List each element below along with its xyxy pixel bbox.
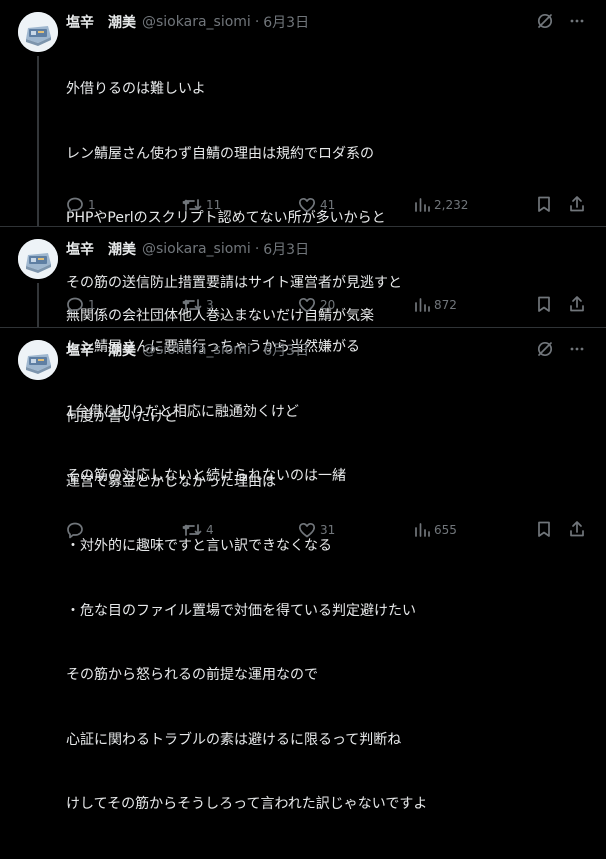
reply-icon (66, 521, 84, 539)
like-count: 41 (320, 198, 336, 212)
like-count: 20 (320, 298, 336, 312)
bookmark-icon[interactable] (536, 195, 552, 216)
reply-button[interactable] (66, 521, 182, 539)
tweet-line: 外借りるのは難しいよ (66, 81, 206, 97)
timestamp[interactable]: 6月3日 (263, 239, 309, 259)
timestamp[interactable]: 6月3日 (263, 340, 309, 360)
more-icon[interactable] (568, 340, 586, 362)
retweet-button[interactable]: 11 (182, 196, 298, 214)
views-icon (414, 196, 430, 214)
reply-button[interactable]: 1 (66, 196, 182, 214)
display-name[interactable]: 塩辛 潮美 (66, 12, 136, 32)
view-count: 2,232 (434, 198, 469, 212)
like-button[interactable]: 20 (298, 296, 414, 314)
like-button[interactable]: 41 (298, 196, 414, 214)
action-right (536, 295, 586, 316)
tweet[interactable]: 塩辛 潮美 @siokara_siomi · 6月3日 外借りるのは難しいよ レ… (0, 0, 606, 484)
views-icon (414, 296, 430, 314)
thread: 塩辛 潮美 @siokara_siomi · 6月3日 外借りるのは難しいよ レ… (0, 0, 606, 812)
action-right (536, 520, 586, 541)
reply-count: 1 (88, 198, 96, 212)
tweet-header: 塩辛 潮美 @siokara_siomi · 6月3日 (66, 11, 309, 33)
tweet[interactable]: 塩辛 潮美 @siokara_siomi · 6月3日 何度か書いたけど 運営で… (0, 328, 606, 812)
share-icon[interactable] (568, 195, 586, 216)
views-button[interactable]: 655 (414, 521, 536, 539)
separator-dot: · (254, 342, 260, 358)
tweet-line: レン鯖屋さん使わず自鯖の理由は規約でロダ系の (66, 145, 374, 162)
avatar[interactable] (18, 12, 58, 52)
thread-connector (37, 283, 39, 327)
retweet-icon (182, 521, 202, 539)
views-button[interactable]: 872 (414, 296, 536, 314)
more-icon[interactable] (568, 12, 586, 34)
separator-dot: · (254, 241, 260, 257)
heart-icon (298, 196, 316, 214)
retweet-count: 3 (206, 298, 214, 312)
bookmark-icon[interactable] (536, 520, 552, 541)
handle[interactable]: @siokara_siomi (142, 342, 251, 358)
action-bar: 1 11 41 2,232 (66, 195, 586, 215)
tweet-line: 何度か書いたけど (66, 409, 178, 425)
heart-icon (298, 296, 316, 314)
tweet-line: 心証に関わるトラブルの素は避けるに限るって判断ね (66, 731, 402, 748)
handle[interactable]: @siokara_siomi (142, 241, 251, 257)
tweet-line: ・危な目のファイル置場で対価を得ている判定避けたい (66, 602, 416, 619)
display-name[interactable]: 塩辛 潮美 (66, 239, 136, 259)
tweet-line: その筋から怒られるの前提な運用なので (66, 667, 318, 683)
bookmark-icon[interactable] (536, 295, 552, 316)
header-icons (536, 12, 586, 34)
view-count: 655 (434, 523, 457, 537)
grok-icon[interactable] (536, 12, 554, 34)
share-icon[interactable] (568, 295, 586, 316)
heart-icon (298, 521, 316, 539)
reply-icon (66, 196, 84, 214)
tweet-header: 塩辛 潮美 @siokara_siomi · 6月3日 (66, 238, 309, 260)
separator-dot: · (254, 14, 260, 30)
action-right (536, 195, 586, 216)
like-count: 31 (320, 523, 336, 537)
reply-count: 1 (88, 298, 96, 312)
action-bar: 4 31 655 (66, 520, 586, 540)
retweet-count: 4 (206, 523, 214, 537)
share-icon[interactable] (568, 520, 586, 541)
grok-icon[interactable] (536, 340, 554, 362)
views-icon (414, 521, 430, 539)
retweet-icon (182, 296, 202, 314)
reply-button[interactable]: 1 (66, 296, 182, 314)
avatar[interactable] (18, 239, 58, 279)
thread-connector (37, 56, 39, 226)
views-button[interactable]: 2,232 (414, 196, 536, 214)
handle[interactable]: @siokara_siomi (142, 14, 251, 30)
retweet-count: 11 (206, 198, 222, 212)
tweet-header: 塩辛 潮美 @siokara_siomi · 6月3日 (66, 339, 309, 361)
retweet-icon (182, 196, 202, 214)
action-bar: 1 3 20 872 (66, 295, 586, 315)
tweet-text: 何度か書いたけど 運営で募金とかしなかった理由は ・対外的に趣味ですと言い訳でき… (66, 364, 427, 859)
display-name[interactable]: 塩辛 潮美 (66, 340, 136, 360)
like-button[interactable]: 31 (298, 521, 414, 539)
tweet[interactable]: 塩辛 潮美 @siokara_siomi · 6月3日 無関係の会社団体他人巻込… (0, 227, 606, 328)
tweet-line: 運営で募金とかしなかった理由は (66, 473, 276, 490)
avatar[interactable] (18, 340, 58, 380)
header-icons (536, 340, 586, 362)
timestamp[interactable]: 6月3日 (263, 12, 309, 32)
view-count: 872 (434, 298, 457, 312)
tweet-line: けしてその筋からそうしろって言われた訳じゃないですよ (66, 796, 428, 812)
reply-icon (66, 296, 84, 314)
retweet-button[interactable]: 3 (182, 296, 298, 314)
retweet-button[interactable]: 4 (182, 521, 298, 539)
